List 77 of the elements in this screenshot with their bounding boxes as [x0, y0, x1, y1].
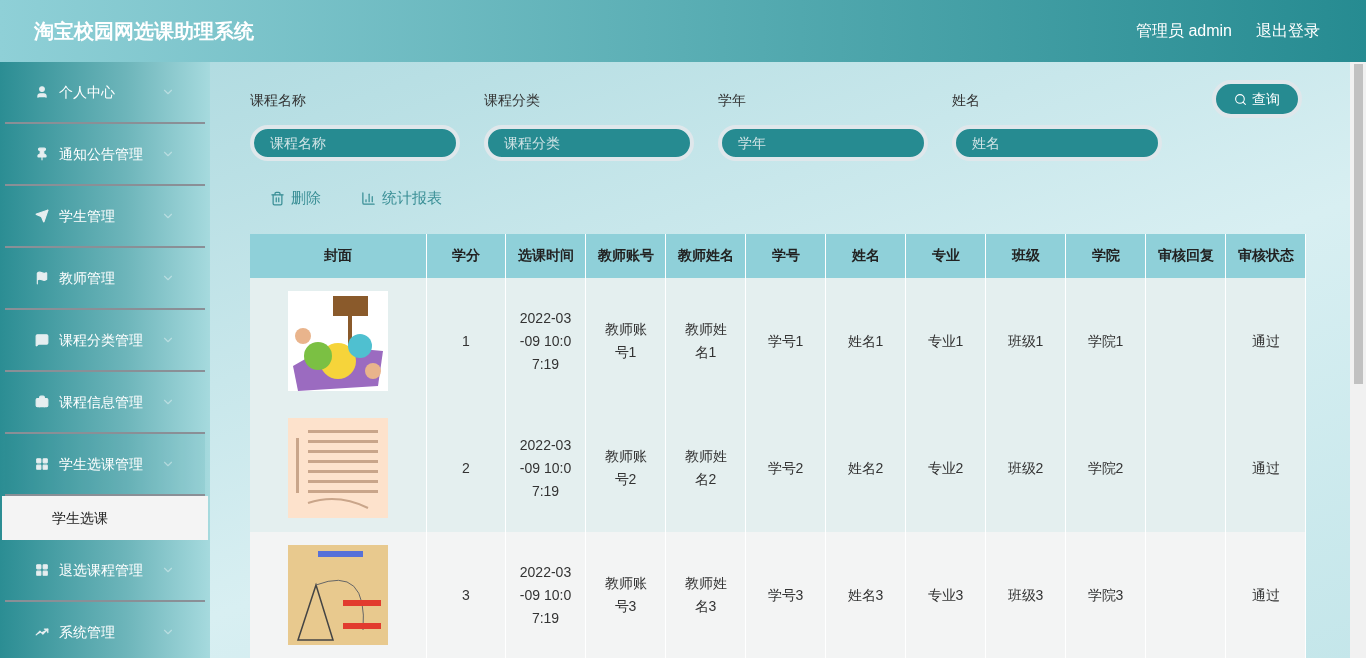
paper-plane-icon [35, 209, 49, 223]
table-cell: 姓名1 [826, 277, 906, 405]
sidebar-item[interactable]: 教师管理 [5, 248, 205, 310]
table-cell: 通过 [1226, 277, 1306, 405]
delete-button[interactable]: 删除 [270, 187, 321, 210]
table-cell: 教师姓名3 [666, 531, 746, 658]
sidebar-item[interactable]: 通知公告管理 [5, 124, 205, 186]
logout-link[interactable]: 退出登录 [1256, 19, 1320, 43]
table-cell: 教师姓名1 [666, 277, 746, 405]
table-cell: 班级1 [986, 277, 1066, 405]
table-cell: 2022-03-09 10:07:19 [506, 404, 586, 532]
table-cell: 教师账号3 [586, 531, 666, 658]
search-button[interactable]: 查询 [1212, 80, 1302, 118]
filter-label: 学年 [718, 91, 747, 110]
table-cell: 专业1 [906, 277, 986, 405]
sidebar-item[interactable]: 个人中心 [5, 62, 205, 124]
search-icon [1234, 92, 1247, 106]
sidebar-item[interactable]: 学生管理 [5, 186, 205, 248]
column-header: 选课时间 [506, 233, 586, 278]
table-cell: 专业2 [906, 404, 986, 532]
table-cell: 教师账号2 [586, 404, 666, 532]
table-cell: 学号3 [746, 531, 826, 658]
briefcase-icon [35, 395, 49, 409]
table-cell: 通过 [1226, 404, 1306, 532]
filter-input[interactable]: 学年 [718, 125, 928, 161]
app-title: 淘宝校园网选课助理系统 [34, 19, 254, 44]
admin-label: 管理员 admin [1135, 21, 1232, 41]
flag-icon [35, 271, 49, 285]
column-header: 学号 [746, 233, 826, 278]
column-header: 姓名 [826, 233, 906, 278]
user-icon [35, 85, 49, 99]
table-cell: 教师姓名2 [666, 404, 746, 532]
filter-label: 姓名 [952, 91, 981, 110]
table-cell: 学院3 [1066, 531, 1146, 658]
column-header: 专业 [906, 233, 986, 278]
table-cell: 班级2 [986, 404, 1066, 532]
table-cell: 专业3 [906, 531, 986, 658]
table-cell: 2022-03-09 10:07:19 [506, 277, 586, 405]
table-cell: 学院1 [1066, 277, 1146, 405]
grid-icon [35, 563, 49, 577]
column-header: 审核状态 [1226, 233, 1306, 278]
chat-icon [35, 333, 49, 347]
filter-input[interactable]: 课程名称 [250, 125, 460, 161]
column-header: 教师账号 [586, 233, 666, 278]
table-cell: 2 [427, 404, 506, 532]
bar-chart-icon [361, 190, 376, 206]
grid-icon [35, 457, 49, 471]
report-button[interactable]: 统计报表 [361, 187, 442, 210]
column-header: 班级 [986, 233, 1066, 278]
sidebar-item[interactable]: 系统管理 [5, 602, 205, 658]
submenu-item[interactable]: 学生选课 [2, 496, 208, 540]
sidebar-item[interactable]: 退选课程管理 [5, 540, 205, 602]
filter-input[interactable]: 姓名 [952, 125, 1162, 161]
column-header: 学院 [1066, 233, 1146, 278]
table-cell: 3 [427, 531, 506, 658]
table-cell: 1 [427, 277, 506, 405]
table-cell: 班级3 [986, 531, 1066, 658]
table-cell: 姓名2 [826, 404, 906, 532]
table-cell: 学号2 [746, 404, 826, 532]
table-cell: 教师账号1 [586, 277, 666, 405]
filter-label: 课程名称 [250, 91, 307, 110]
table-cell: 学号1 [746, 277, 826, 405]
column-header: 教师姓名 [666, 233, 746, 278]
sidebar-item[interactable]: 学生选课管理 [5, 434, 205, 496]
table-cell: 通过 [1226, 531, 1306, 658]
column-header: 封面 [250, 233, 427, 278]
column-header: 学分 [427, 233, 506, 278]
pin-icon [35, 147, 49, 161]
trash-icon [270, 190, 285, 206]
sidebar-item[interactable]: 课程分类管理 [5, 310, 205, 372]
column-header: 审核回复 [1146, 233, 1226, 278]
filter-label: 课程分类 [484, 91, 541, 110]
sidebar-item[interactable]: 课程信息管理 [5, 372, 205, 434]
table-cell: 学院2 [1066, 404, 1146, 532]
table-cell: 2022-03-09 10:07:19 [506, 531, 586, 658]
table-cell: 姓名3 [826, 531, 906, 658]
filter-input[interactable]: 课程分类 [484, 125, 694, 161]
